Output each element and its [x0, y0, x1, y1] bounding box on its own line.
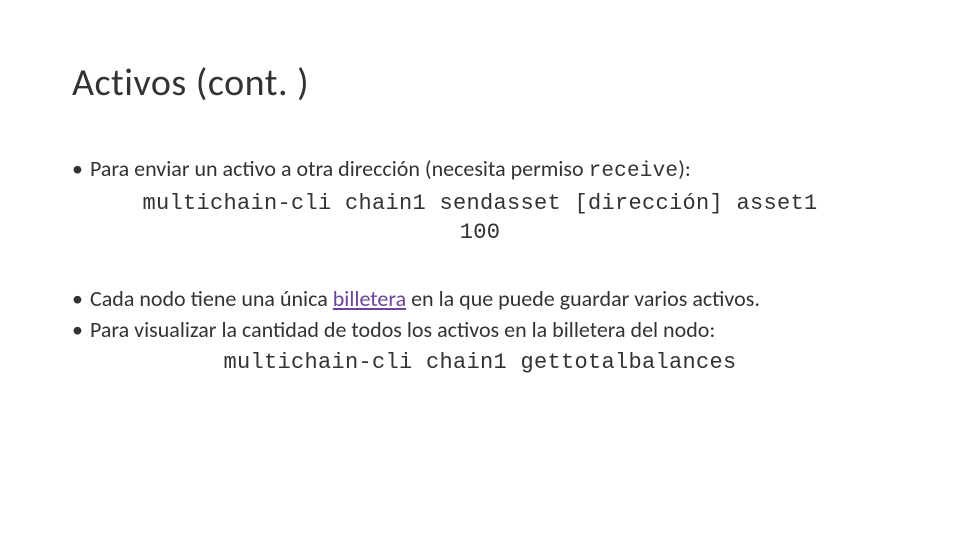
wallet-link[interactable]: billetera — [333, 285, 406, 312]
bullet-group-2: Cada nodo tiene una única billetera en l… — [72, 284, 888, 378]
bullet2-prefix: Cada nodo tiene una única — [90, 285, 333, 312]
bullet-item-visualize: Para visualizar la cantidad de todos los… — [72, 315, 888, 345]
bullet1-suffix: ): — [678, 155, 691, 182]
bullet-group-1: Para enviar un activo a otra dirección (… — [72, 154, 888, 248]
bullet2-suffix: en la que puede guardar varios activos. — [406, 285, 760, 312]
bullet-item-wallet: Cada nodo tiene una única billetera en l… — [72, 284, 888, 314]
bullet1-prefix: Para enviar un activo a otra dirección (… — [90, 155, 589, 182]
slide-title: Activos (cont. ) — [72, 60, 888, 106]
bullet-item-send-asset: Para enviar un activo a otra dirección (… — [72, 154, 888, 186]
code2-line1: multichain-cli chain1 gettotalbalances — [72, 349, 888, 378]
code-block-sendasset: multichain-cli chain1 sendasset [direcci… — [72, 190, 888, 247]
bullet1-code: receive — [589, 160, 679, 183]
code1-line2: 100 — [72, 219, 888, 248]
code1-line1: multichain-cli chain1 sendasset [direcci… — [72, 190, 888, 219]
bullet3-text: Para visualizar la cantidad de todos los… — [90, 316, 715, 343]
code-block-gettotalbalances: multichain-cli chain1 gettotalbalances — [72, 349, 888, 378]
